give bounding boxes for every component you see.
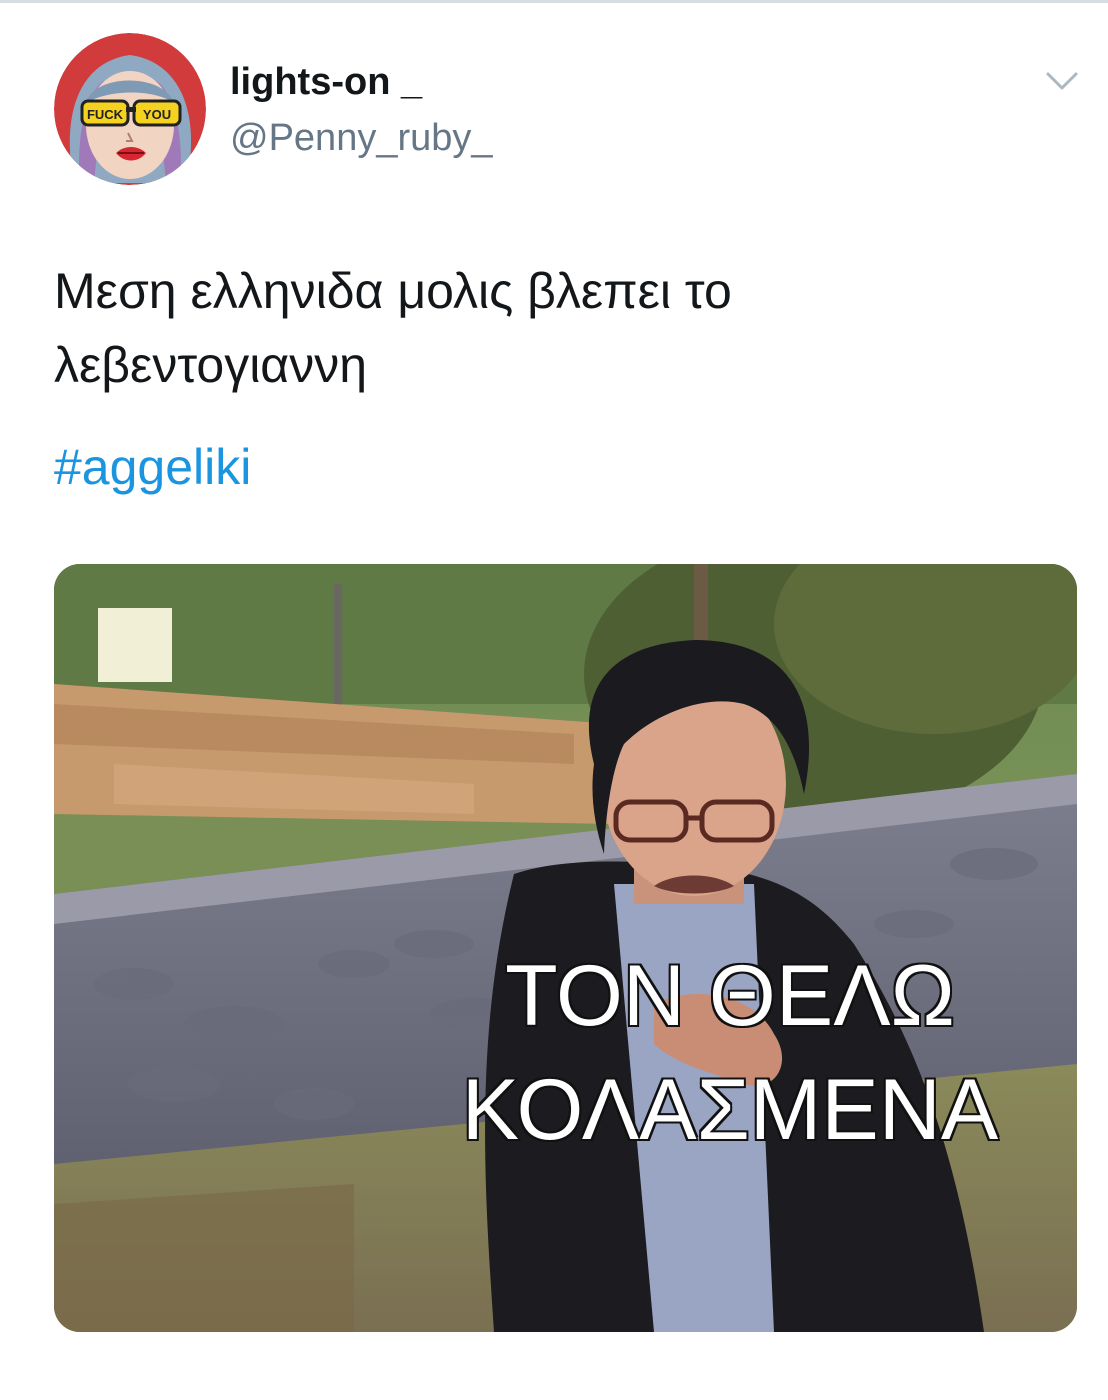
display-name[interactable]: lights-on _ [230, 60, 422, 104]
top-divider [0, 0, 1108, 3]
media-caption-line: ΤΟΝ ΘΕΛΩ [504, 947, 957, 1046]
avatar[interactable]: FUCK YOU [54, 33, 206, 185]
media-caption-line: ΚΟΛΑΣΜΕΝΑ [460, 1061, 1000, 1160]
tweet-text-line: Μεση ελληνιδα μολις βλεπει το [54, 263, 732, 319]
tweet-media[interactable]: ΤΟΝ ΘΕΛΩ ΚΟΛΑΣΜΕΝΑ [54, 564, 1077, 1332]
avatar-glasses-right-text: YOU [143, 107, 171, 122]
avatar-image: FUCK YOU [54, 33, 206, 185]
user-handle[interactable]: @Penny_ruby_ [230, 116, 493, 160]
tweet-menu-button[interactable] [1040, 62, 1084, 102]
avatar-glasses-left-text: FUCK [87, 107, 124, 122]
chevron-down-icon [1046, 72, 1078, 90]
tweet-text: Μεση ελληνιδα μολις βλεπει το λεβεντογια… [54, 254, 1064, 402]
hashtag-link[interactable]: #aggeliki [54, 430, 251, 504]
tweet-text-line: λεβεντογιαννη [54, 337, 368, 393]
